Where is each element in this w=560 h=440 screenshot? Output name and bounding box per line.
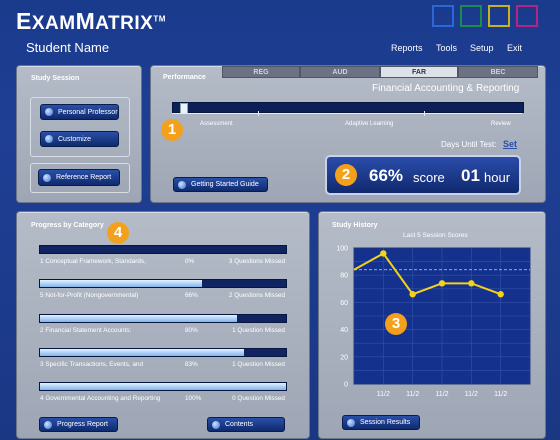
days-until-test-label: Days Until Test:	[441, 140, 497, 149]
track-tick	[424, 111, 425, 116]
category-progress-bar	[39, 382, 287, 391]
chart-y-tick-label: 80	[340, 273, 348, 280]
set-link[interactable]: Set	[503, 139, 517, 149]
chart-title: Last 5 Session Scores	[403, 232, 468, 239]
category-percent: 83%	[185, 361, 198, 368]
category-progress-fill	[40, 280, 203, 287]
chart-data-point	[497, 291, 504, 298]
bullet-icon	[43, 173, 51, 182]
chart-y-tick-label: 40	[340, 327, 348, 334]
track-divider	[172, 113, 522, 114]
hour-value: 01	[461, 166, 480, 185]
nav-exit[interactable]: Exit	[507, 43, 522, 53]
chart-y-tick-label: 100	[336, 246, 348, 253]
bullet-icon	[178, 180, 186, 189]
chart-x-tick-label: 11/2	[406, 391, 419, 398]
chart-x-tick-label: 11/2	[377, 391, 390, 398]
category-name: 4 Governmental Accounting and Reporting	[40, 395, 161, 402]
subject-title: Financial Accounting & Reporting	[372, 83, 520, 94]
study-session-title: Study Session	[31, 75, 80, 82]
category-name: 3 Specific Transactions, Events, and	[40, 361, 144, 368]
category-progress-bar	[39, 279, 287, 288]
reference-report-button[interactable]: Reference Report	[38, 169, 120, 186]
performance-title: Performance	[163, 74, 206, 81]
chart-data-point	[468, 280, 475, 287]
category-progress-bar	[39, 348, 287, 357]
progress-report-button[interactable]: Progress Report	[39, 417, 118, 432]
tab-far[interactable]: FAR	[380, 66, 458, 78]
nav-setup[interactable]: Setup	[470, 43, 494, 53]
category-name: 2 Financial Statement Accounts:	[40, 327, 132, 334]
progress-by-category-title: Progress by Category	[31, 222, 104, 229]
nav-tools[interactable]: Tools	[436, 43, 457, 53]
examatrix-logo: EXAMMATRIXTM	[16, 8, 166, 34]
color-squares	[432, 5, 538, 27]
category-percent: 66%	[185, 292, 198, 299]
callout-1: 1	[161, 119, 183, 141]
label-review: Review	[491, 121, 511, 127]
tab-reg[interactable]: REG	[222, 66, 300, 78]
bullet-icon	[45, 108, 53, 116]
chart-x-tick-label: 11/2	[465, 391, 478, 398]
chart-data-point	[380, 250, 387, 257]
category-percent: 0%	[185, 258, 195, 265]
chart-y-tick-label: 60	[340, 300, 348, 307]
chart-y-tick-label: 20	[340, 354, 348, 361]
chart-x-tick-label: 11/2	[494, 391, 507, 398]
category-percent: 100%	[185, 395, 202, 402]
category-name: 1 Conceptual Framework, Standards,	[40, 258, 146, 265]
label-assessment: Assessment	[200, 121, 233, 127]
study-history-title: Study History	[332, 222, 378, 229]
callout-2: 2	[335, 164, 357, 186]
magenta-square-icon[interactable]	[516, 5, 538, 27]
score-value: 66%	[369, 166, 404, 185]
bullet-icon	[44, 420, 52, 429]
student-name: Student Name	[26, 40, 110, 55]
category-missed-count: 0 Question Missed	[232, 395, 285, 402]
session-scores-chart: 0 20 40 60 80 100 11/2 11/2 11/2 11/2 11/2	[336, 246, 531, 398]
bullet-icon	[212, 420, 220, 429]
personal-professor-button[interactable]: Personal Professor	[40, 104, 119, 120]
chart-x-tick-label: 11/2	[435, 391, 448, 398]
category-progress-bar	[39, 314, 287, 323]
customize-button[interactable]: Customize	[40, 131, 119, 147]
category-name: 5 Not-for-Profit (Nongovernmental)	[40, 292, 139, 299]
track-tick	[258, 111, 259, 116]
category-missed-count: 3 Questions Missed	[228, 258, 285, 265]
score-label: score	[413, 170, 445, 185]
category-progress-bar	[39, 245, 287, 254]
callout-4: 4	[107, 222, 129, 244]
category-missed-count: 1 Question Missed	[232, 361, 285, 368]
session-results-button[interactable]: Session Results	[342, 415, 420, 430]
category-progress-fill	[40, 349, 245, 356]
category-progress-fill	[40, 315, 237, 322]
tab-bec[interactable]: BEC	[458, 66, 538, 78]
bullet-icon	[347, 418, 355, 427]
chart-y-tick-label: 0	[344, 382, 348, 389]
getting-started-guide-button[interactable]: Getting Started Guide	[173, 177, 268, 192]
yellow-square-icon[interactable]	[488, 5, 510, 27]
category-missed-count: 1 Question Missed	[232, 327, 285, 334]
category-missed-count: 2 Questions Missed	[228, 292, 285, 299]
callout-3: 3	[385, 313, 407, 335]
label-adaptive-learning: Adaptive Learning	[345, 121, 394, 127]
hour-label: hour	[484, 170, 511, 185]
green-square-icon[interactable]	[460, 5, 482, 27]
chart-data-point	[409, 291, 416, 298]
bullet-icon	[45, 135, 53, 143]
nav-reports[interactable]: Reports	[391, 43, 423, 53]
performance-track	[172, 102, 524, 114]
contents-button[interactable]: Contents	[207, 417, 285, 432]
category-percent: 80%	[185, 327, 198, 334]
chart-data-point	[438, 280, 446, 287]
blue-square-icon[interactable]	[432, 5, 454, 27]
category-progress-fill	[40, 383, 286, 390]
tab-aud[interactable]: AUD	[300, 66, 380, 78]
